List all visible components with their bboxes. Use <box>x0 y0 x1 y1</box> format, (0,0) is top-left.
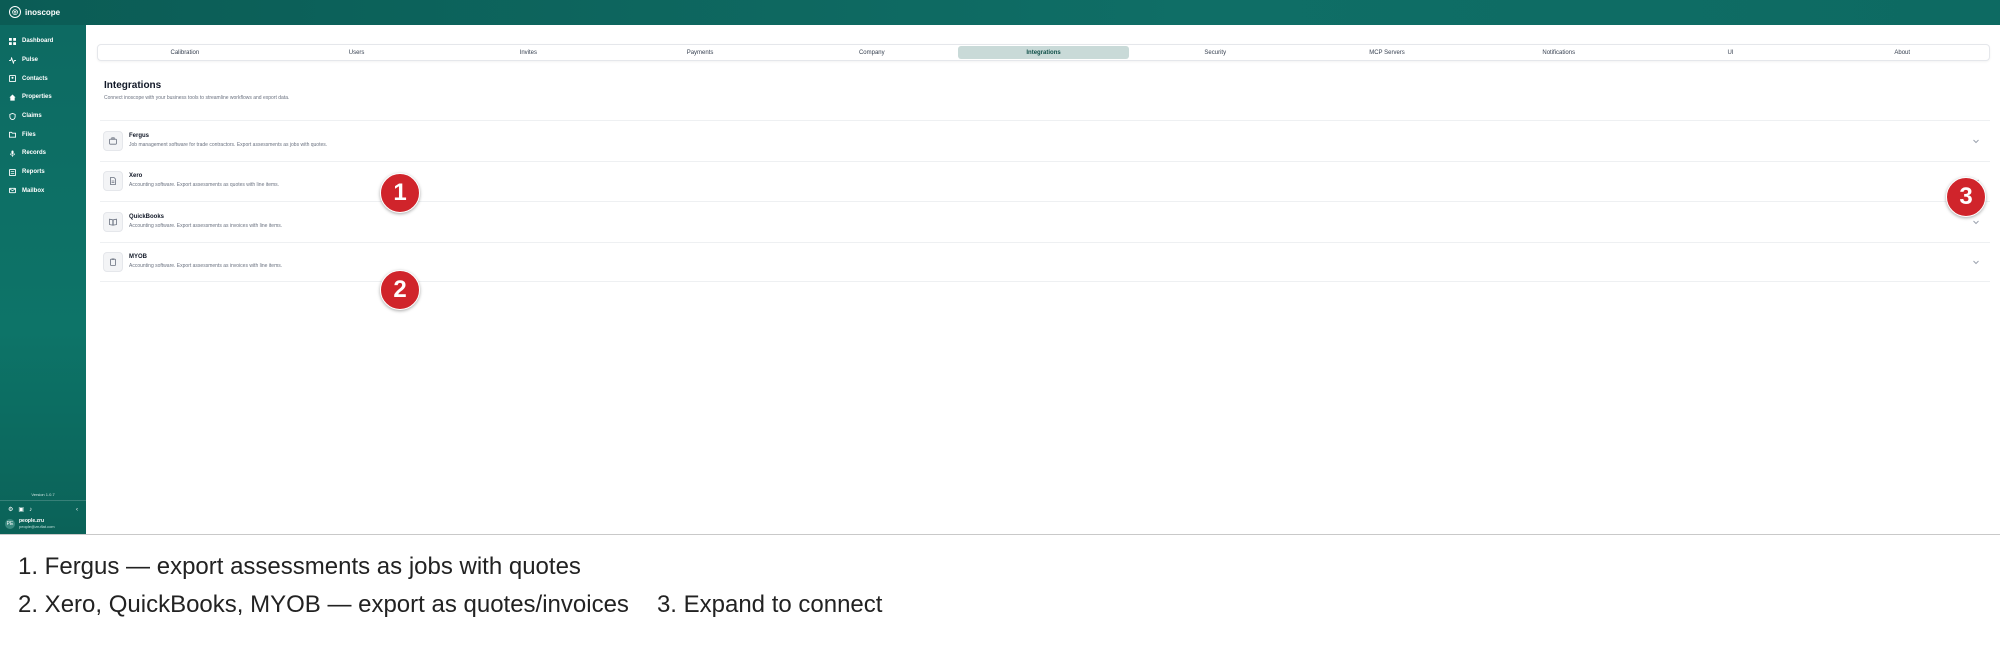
sidebar-item-label: Dashboard <box>22 38 54 45</box>
sidebar-item-dashboard[interactable]: Dashboard <box>0 32 86 51</box>
page-title: Integrations <box>104 80 162 91</box>
sidebar-item-label: Files <box>22 131 36 138</box>
integration-description: Accounting software. Export assessments … <box>129 182 280 189</box>
caption-panel: 1. Fergus — export assessments as jobs w… <box>0 534 2000 646</box>
app-screen: ◎ inoscope Dashboard Pulse Contacts Prop… <box>0 0 2000 534</box>
caption-item-3: 3. Expand to connect <box>656 591 883 618</box>
sidebar-item-label: Mailbox <box>22 187 45 194</box>
sidebar-footer: Version 1.0.7 ⚙ ▣ ♪ ‹ PE people.zru peop… <box>0 492 86 534</box>
sidebar-item-label: Contacts <box>22 75 48 82</box>
tab-notifications[interactable]: Notifications <box>1473 46 1645 59</box>
callout-marker-2: 2 <box>380 270 420 310</box>
chevron-down-icon[interactable] <box>1972 258 1980 266</box>
page-subtitle: Connect inoscope with your business tool… <box>104 95 290 101</box>
clipboard-icon <box>103 251 123 272</box>
sidebar-item-files[interactable]: Files <box>0 125 86 144</box>
tab-payments[interactable]: Payments <box>614 46 786 59</box>
collapse-sidebar-button[interactable]: ‹ <box>76 507 78 513</box>
user-email: people@zruflat.com <box>19 524 55 529</box>
tab-ui[interactable]: UI <box>1645 46 1817 59</box>
tab-calibration[interactable]: Calibration <box>99 46 271 59</box>
document-icon <box>103 171 123 192</box>
sidebar-item-mailbox[interactable]: Mailbox <box>0 182 86 201</box>
tab-about[interactable]: About <box>1816 46 1988 59</box>
integration-row-myob[interactable]: MYOB Accounting software. Export assessm… <box>100 241 1990 282</box>
integration-name: MYOB <box>129 253 147 260</box>
pulse-icon <box>8 56 17 65</box>
sidebar: Dashboard Pulse Contacts Properties Clai… <box>0 25 86 534</box>
integration-name: Fergus <box>129 132 150 139</box>
integration-name: QuickBooks <box>129 213 165 220</box>
brand[interactable]: ◎ inoscope <box>9 6 60 18</box>
tab-mcp-servers[interactable]: MCP Servers <box>1301 46 1473 59</box>
mic-icon <box>8 149 17 158</box>
sidebar-item-label: Pulse <box>22 57 39 64</box>
tab-users[interactable]: Users <box>271 46 443 59</box>
tab-integrations[interactable]: Integrations <box>957 46 1130 59</box>
settings-tabs: Calibration Users Invites Payments Compa… <box>97 44 1990 61</box>
report-icon <box>8 168 17 177</box>
caption-item-2: 2. Xero, QuickBooks, MYOB — export as qu… <box>18 591 629 618</box>
contacts-icon <box>8 74 17 83</box>
settings-icon[interactable]: ⚙ <box>8 506 13 513</box>
tab-company[interactable]: Company <box>786 46 958 59</box>
tab-invites[interactable]: Invites <box>442 46 614 59</box>
sidebar-item-pulse[interactable]: Pulse <box>0 51 86 70</box>
sidebar-item-label: Properties <box>22 94 52 101</box>
integration-description: Accounting software. Export assessments … <box>129 222 283 229</box>
top-bar: ◎ inoscope <box>0 0 2000 25</box>
book-open-icon <box>103 211 123 232</box>
grid-icon <box>8 37 17 46</box>
integration-description: Job management software for trade contra… <box>129 141 328 148</box>
chevron-down-icon[interactable] <box>1972 137 1980 145</box>
sidebar-item-label: Reports <box>22 169 45 176</box>
callout-marker-1: 1 <box>380 173 420 213</box>
tab-security[interactable]: Security <box>1129 46 1301 59</box>
sidebar-nav: Dashboard Pulse Contacts Properties Clai… <box>0 25 86 200</box>
sidebar-item-claims[interactable]: Claims <box>0 107 86 126</box>
brand-name: inoscope <box>25 7 61 17</box>
integration-description: Accounting software. Export assessments … <box>129 262 283 269</box>
integration-row-fergus[interactable]: Fergus Job management software for trade… <box>100 120 1990 161</box>
sidebar-item-contacts[interactable]: Contacts <box>0 69 86 88</box>
sidebar-item-records[interactable]: Records <box>0 144 86 163</box>
book-icon[interactable]: ▣ <box>18 506 24 513</box>
briefcase-icon <box>103 130 123 151</box>
integration-name: Xero <box>129 173 143 180</box>
version-label: Version 1.0.7 <box>0 492 86 501</box>
main-content: Calibration Users Invites Payments Compa… <box>86 25 2000 534</box>
bell-icon[interactable]: ♪ <box>29 507 32 513</box>
callout-marker-3: 3 <box>1946 177 1986 217</box>
sidebar-item-label: Claims <box>22 113 42 120</box>
home-icon <box>8 93 17 102</box>
integration-row-quickbooks[interactable]: QuickBooks Accounting software. Export a… <box>100 201 1990 242</box>
footer-toolbar: ⚙ ▣ ♪ ‹ <box>0 501 86 516</box>
avatar: PE <box>5 519 15 529</box>
caption-line-2: 2. Xero, QuickBooks, MYOB — export as qu… <box>18 591 882 619</box>
sidebar-item-properties[interactable]: Properties <box>0 88 86 107</box>
caption-line-1: 1. Fergus — export assessments as jobs w… <box>18 553 581 580</box>
chevron-down-icon[interactable] <box>1972 218 1980 226</box>
folder-icon <box>8 130 17 139</box>
shield-icon <box>8 112 17 121</box>
sidebar-item-label: Records <box>22 150 47 157</box>
brand-logo-icon: ◎ <box>9 6 21 18</box>
sidebar-item-reports[interactable]: Reports <box>0 163 86 182</box>
mail-icon <box>8 186 17 195</box>
user-profile[interactable]: PE people.zru people@zruflat.com <box>0 516 86 534</box>
